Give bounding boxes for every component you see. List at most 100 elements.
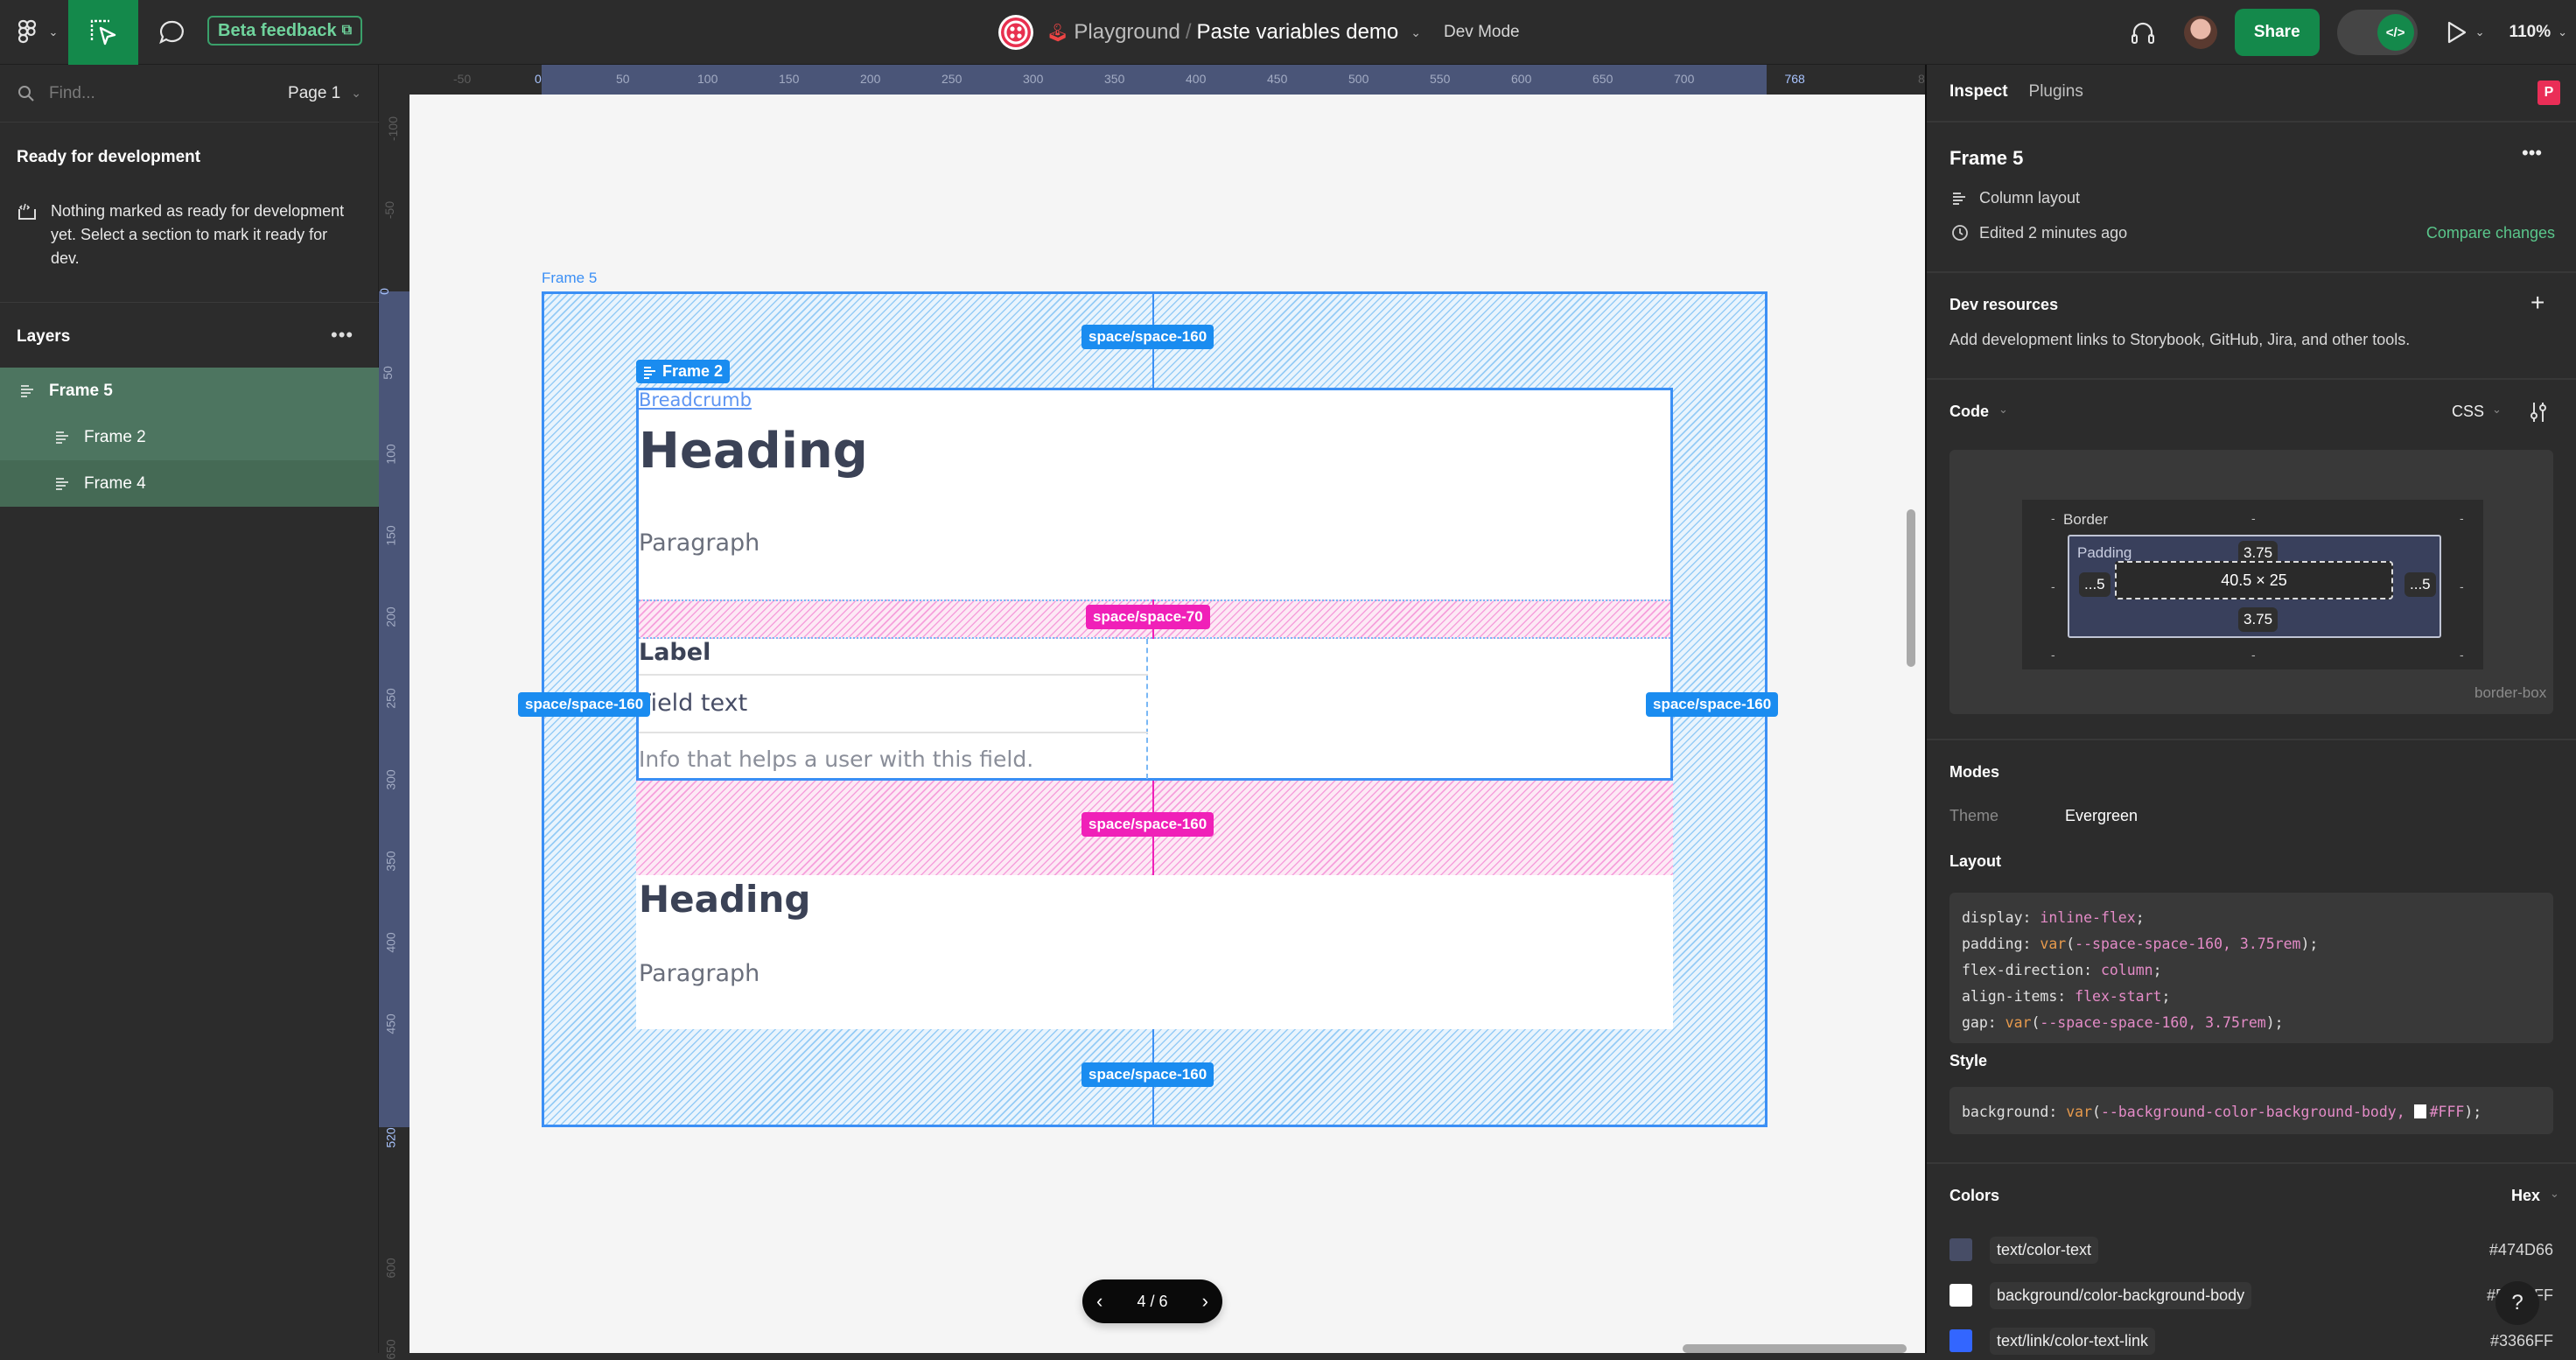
inspect-cursor-icon bbox=[90, 19, 116, 46]
padding-left-value: ...5 bbox=[2079, 572, 2110, 597]
ruler-tick-label: 450 bbox=[1267, 72, 1288, 86]
dev-mode-toggle[interactable]: </> bbox=[2336, 10, 2418, 55]
border-value-right: - bbox=[2460, 579, 2464, 593]
ruler-tick-label: 300 bbox=[383, 769, 398, 790]
main-menu-button[interactable]: ⌄ bbox=[9, 0, 63, 65]
horizontal-scrollbar[interactable] bbox=[1683, 1344, 1907, 1353]
code-icon: </> bbox=[2376, 14, 2414, 51]
code-prop: padding: bbox=[1962, 936, 2040, 952]
ruler-tick-label: 0 bbox=[376, 288, 391, 295]
user-avatar[interactable] bbox=[2183, 16, 2217, 49]
present-button[interactable]: ⌄ bbox=[2446, 20, 2485, 45]
color-swatch bbox=[1950, 1329, 1972, 1352]
code-line: padding: var(--space-space-160, 3.75rem)… bbox=[1962, 936, 2319, 952]
border-value-bl: - bbox=[2051, 648, 2055, 662]
code-settings-icon[interactable] bbox=[2529, 401, 2548, 424]
share-button[interactable]: Share bbox=[2234, 9, 2320, 56]
team-name[interactable]: Playground bbox=[1074, 20, 1180, 45]
chevron-down-icon[interactable]: ⌄ bbox=[1998, 403, 2008, 417]
chevron-down-icon[interactable]: ⌄ bbox=[351, 86, 361, 101]
layout-code-block[interactable]: display: inline-flex; padding: var(--spac… bbox=[1950, 893, 2553, 1043]
ruler-tick-label: 768 bbox=[1784, 72, 1805, 86]
chevron-down-icon[interactable]: ⌄ bbox=[2492, 403, 2502, 417]
ruler-tick-label: 350 bbox=[383, 851, 398, 872]
layer-item-frame-5[interactable]: Frame 5 bbox=[0, 368, 379, 414]
find-input[interactable]: Find... bbox=[49, 84, 288, 103]
theme-label: Theme bbox=[1950, 807, 1999, 824]
compare-changes-link[interactable]: Compare changes bbox=[2426, 224, 2555, 242]
chevron-right-icon[interactable]: › bbox=[1202, 1290, 1208, 1313]
divider bbox=[0, 302, 379, 303]
frame-2-tag-label: Frame 2 bbox=[662, 362, 724, 380]
layer-item-frame-4[interactable]: Frame 4 bbox=[0, 460, 379, 507]
chevron-left-icon[interactable]: ‹ bbox=[1096, 1290, 1102, 1313]
style-code-block[interactable]: background: var(--background-color-backg… bbox=[1950, 1087, 2553, 1134]
divider bbox=[1927, 739, 2576, 740]
border-value-left: - bbox=[2051, 579, 2055, 593]
paragraph-2: Paragraph bbox=[639, 960, 760, 987]
layout-type: Column layout bbox=[1979, 189, 2081, 207]
color-format-select[interactable]: Hex bbox=[2511, 1187, 2540, 1205]
padding-right-value: ...5 bbox=[2404, 572, 2436, 597]
comment-tool-button[interactable] bbox=[145, 0, 198, 65]
ruler-tick-label: 500 bbox=[1348, 72, 1369, 86]
frame-5-label[interactable]: Frame 5 bbox=[542, 270, 597, 287]
frame-2-tag[interactable]: Frame 2 bbox=[636, 360, 731, 383]
select-tool-button[interactable] bbox=[68, 0, 138, 65]
tab-plugins[interactable]: Plugins bbox=[2029, 82, 2083, 102]
toolbar-right: Share </> ⌄ 110% ⌄ bbox=[2128, 0, 2567, 65]
divider bbox=[1927, 1162, 2576, 1164]
border-value-bottom: - bbox=[2251, 648, 2256, 662]
vertical-scrollbar[interactable] bbox=[1907, 509, 1915, 667]
color-row[interactable]: text/color-text #474D66 bbox=[1950, 1232, 2553, 1267]
code-language-select[interactable]: CSS bbox=[2452, 403, 2484, 421]
top-toolbar: ⌄ Beta feedback ⧉ 🕹 Playground / Paste v… bbox=[0, 0, 2576, 65]
chevron-down-icon[interactable]: ⌄ bbox=[1410, 25, 1421, 40]
modes-title: Modes bbox=[1950, 763, 2000, 781]
layer-name: Frame 2 bbox=[84, 427, 146, 446]
color-row[interactable]: background/color-background-body #FFFFFF bbox=[1950, 1278, 2553, 1313]
design-canvas[interactable]: Frame 5 Frame 2 Breadcrumb Heading Parag… bbox=[410, 95, 1925, 1353]
spacing-tag-gap-inner: space/space-70 bbox=[1086, 605, 1210, 629]
external-link-icon: ⧉ bbox=[341, 23, 353, 38]
field-help-text: Info that helps a user with this field. bbox=[639, 747, 1034, 772]
tab-inspect[interactable]: Inspect bbox=[1950, 82, 2008, 102]
ruler-tick-label: -100 bbox=[386, 116, 401, 142]
ruler-tick-label: 600 bbox=[1511, 72, 1532, 86]
ruler-tick-label: 150 bbox=[779, 72, 800, 86]
box-model-diagram: Border - - - - - - - - Padding 3.75 3.75… bbox=[1950, 450, 2553, 714]
colors-title: Colors bbox=[1950, 1187, 2000, 1204]
dev-resources-title: Dev resources bbox=[1950, 296, 2059, 313]
page-selector[interactable]: Page 1 bbox=[288, 84, 340, 103]
color-hex: #474D66 bbox=[2488, 1240, 2553, 1258]
edited-time: Edited 2 minutes ago bbox=[1979, 224, 2128, 242]
plugin-icon[interactable]: P bbox=[2538, 81, 2560, 105]
theme-value: Evergreen bbox=[2065, 807, 2138, 824]
more-options-icon[interactable]: ••• bbox=[331, 324, 354, 347]
column-layout-icon bbox=[21, 384, 33, 397]
beta-feedback-button[interactable]: Beta feedback ⧉ bbox=[207, 16, 363, 46]
color-row[interactable]: text/link/color-text-link #3366FF bbox=[1950, 1323, 2553, 1358]
zoom-menu[interactable]: 110% ⌄ bbox=[2510, 23, 2567, 42]
code-title[interactable]: Code bbox=[1950, 403, 1989, 421]
more-options-icon[interactable]: ••• bbox=[2522, 142, 2542, 165]
help-button[interactable]: ? bbox=[2496, 1281, 2539, 1325]
figma-logo-icon bbox=[18, 19, 36, 44]
headphones-icon[interactable] bbox=[2128, 18, 2158, 47]
play-icon bbox=[2447, 21, 2466, 44]
color-token: text/link/color-text-link bbox=[1990, 1327, 2156, 1355]
add-dev-resource-icon[interactable]: + bbox=[2530, 289, 2544, 317]
team-logo-icon[interactable] bbox=[998, 14, 1034, 51]
file-name[interactable]: Paste variables demo bbox=[1196, 20, 1398, 45]
breadcrumb-link[interactable]: Breadcrumb bbox=[639, 389, 752, 410]
inspect-panel: Inspect Plugins P Frame 5 ••• Column lay… bbox=[1925, 65, 2576, 1355]
layer-item-frame-2[interactable]: Frame 2 bbox=[0, 414, 379, 460]
layer-name: Frame 5 bbox=[49, 381, 113, 400]
pager-count: 4 / 6 bbox=[1137, 1292, 1168, 1310]
dev-mode-label: Dev Mode bbox=[1444, 23, 1520, 41]
chevron-down-icon[interactable]: ⌄ bbox=[2550, 1187, 2559, 1201]
ruler-tick-label: 200 bbox=[860, 72, 881, 86]
chevron-down-icon: ⌄ bbox=[48, 25, 59, 39]
layer-name: Frame 4 bbox=[84, 473, 146, 493]
ruler-tick-label: 700 bbox=[1674, 72, 1695, 86]
